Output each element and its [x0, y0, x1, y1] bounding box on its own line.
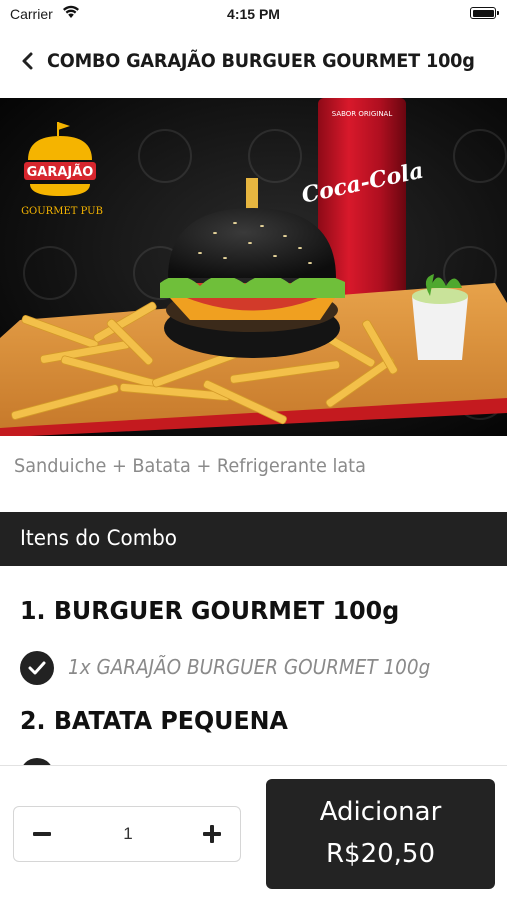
- chevron-left-icon[interactable]: [18, 51, 38, 71]
- product-image: GARAJÃO GOURMET PUB SABOR ORIGINAL Coca-…: [0, 98, 507, 436]
- battery-icon: [470, 7, 499, 19]
- check-circle-icon: [20, 651, 54, 685]
- bottom-bar: 1 Adicionar R$20,50: [0, 765, 507, 901]
- page-title: COMBO GARAJÃO BURGUER GOURMET 100g: [47, 50, 475, 72]
- svg-text:SABOR ORIGINAL: SABOR ORIGINAL: [332, 110, 393, 118]
- svg-text:GOURMET PUB: GOURMET PUB: [21, 206, 103, 217]
- combo-photo: GARAJÃO GOURMET PUB SABOR ORIGINAL Coca-…: [0, 98, 507, 436]
- section-header: Itens do Combo: [0, 512, 507, 566]
- svg-text:GARAJÃO: GARAJÃO: [27, 164, 94, 180]
- add-to-cart-button[interactable]: Adicionar R$20,50: [266, 779, 495, 889]
- combo-item-option-label: 1x GARAJÃO BURGUER GOURMET 100g: [68, 655, 431, 679]
- combo-item-heading: 1. BURGUER GOURMET 100g: [20, 596, 400, 625]
- status-bar: Carrier 4:15 PM: [0, 0, 507, 30]
- combo-item-heading: 2. BATATA PEQUENA: [20, 706, 288, 735]
- section-title: Itens do Combo: [20, 526, 178, 550]
- combo-description: Sanduiche + Batata + Refrigerante lata: [14, 455, 366, 477]
- status-time: 4:15 PM: [227, 6, 280, 22]
- add-button-price: R$20,50: [325, 839, 436, 869]
- quantity-stepper: 1: [13, 806, 241, 862]
- nav-header: COMBO GARAJÃO BURGUER GOURMET 100g: [0, 40, 507, 84]
- add-button-label: Adicionar: [319, 797, 442, 827]
- plus-icon[interactable]: [198, 820, 226, 848]
